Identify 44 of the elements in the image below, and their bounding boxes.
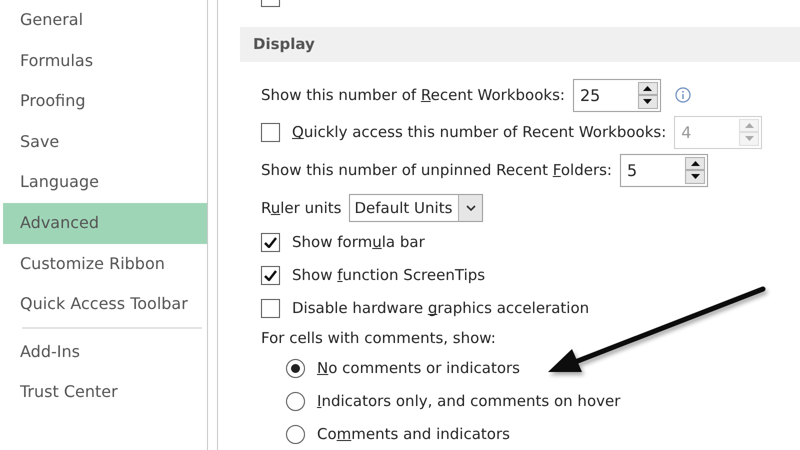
option-label: No comments or indicators: [317, 358, 520, 380]
checkbox[interactable]: [261, 299, 280, 318]
option-label: Disable hardware graphics acceleration: [292, 298, 590, 320]
option-label: Indicators only, and comments on hover: [317, 391, 620, 412]
sidebar-item[interactable]: General: [3, 0, 207, 41]
option-label: Ruler units: [261, 198, 342, 219]
spin-up-button[interactable]: [685, 156, 705, 170]
sidebar-item[interactable]: Add-Ins: [3, 332, 207, 372]
checkbox[interactable]: [261, 233, 280, 252]
sidebar-item[interactable]: Proofing: [3, 81, 207, 122]
sidebar-item[interactable]: Language: [3, 162, 207, 203]
sidebar-item[interactable]: Customize Ribbon: [3, 244, 207, 284]
option-label: Show formula bar: [292, 232, 425, 254]
sidebar-item[interactable]: Formulas: [3, 40, 207, 82]
checkbox[interactable]: [261, 266, 280, 285]
sidebar-item[interactable]: Advanced: [3, 202, 207, 244]
spin-down-button[interactable]: [685, 170, 705, 184]
chevron-down-icon: [466, 205, 476, 211]
triangle-up-icon: [690, 160, 700, 166]
spin-down-button[interactable]: [638, 95, 658, 108]
option-label: Show this number of Recent Workbooks:: [261, 84, 565, 106]
sidebar-item[interactable]: Quick Access Toolbar: [3, 284, 207, 325]
group-label: For cells with comments, show:: [261, 328, 496, 350]
checkmark-icon: [264, 270, 277, 281]
triangle-up-icon: [744, 122, 754, 128]
spin-up-button[interactable]: [638, 82, 658, 95]
option-label: Show function ScreenTips: [292, 265, 486, 286]
spinner-field[interactable]: 25: [572, 78, 661, 112]
sidebar-item[interactable]: Trust Center: [3, 372, 207, 413]
option-label: Show this number of unpinned Recent Folders:: [261, 160, 612, 181]
option-label: Comments and indicators: [317, 424, 510, 446]
triangle-down-icon: [643, 99, 652, 104]
radio-button[interactable]: [286, 359, 305, 378]
section-header: Display: [240, 27, 800, 62]
radio-button[interactable]: [286, 392, 305, 411]
radio-button[interactable]: [286, 425, 305, 444]
checkmark-icon: [264, 237, 277, 248]
sidebar-item[interactable]: Save: [3, 122, 207, 162]
units-dropdown[interactable]: Default Units: [349, 194, 484, 222]
spinner-field[interactable]: 5: [620, 154, 708, 186]
triangle-down-icon: [744, 136, 754, 142]
triangle-down-icon: [690, 174, 700, 180]
option-label: Quickly access this number of Recent Workbooks:: [292, 122, 666, 143]
triangle-up-icon: [643, 86, 652, 91]
